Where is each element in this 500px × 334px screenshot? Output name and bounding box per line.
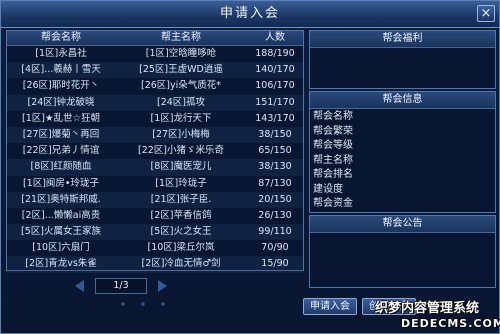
leader-name-cell: [2区]苹香信鸽	[150, 209, 212, 221]
guild-row[interactable]: [2区]青龙vs朱雀 [2区]冷血无情♂剑 15/90	[7, 256, 303, 273]
leader-name-cell: [1区]龙行天下	[150, 112, 212, 124]
guild-row[interactable]: [8区]红颜随血 [8区]魔医宠儿 38/130	[7, 159, 303, 176]
leader-name-cell: [1区]空晗瞳哆呛	[145, 48, 217, 59]
member-count-cell: 70/90	[261, 242, 289, 254]
guild-name-cell: [24区]钟龙破晓	[27, 96, 95, 108]
guild-name-cell: [2区]...懒懒ai高贵	[21, 209, 101, 221]
guild-row[interactable]: [22区]兄弟丿情谊 [22区]小猪ゞ米乐奇 65/150	[7, 143, 303, 159]
guild-notice-title: 帮会公告	[310, 216, 495, 233]
page-indicator: 1/3	[95, 278, 147, 294]
member-count-cell: 151/170	[255, 96, 295, 108]
member-count-cell: 140/170	[255, 64, 295, 76]
member-count-cell: 20/150	[258, 193, 292, 205]
guild-info-title: 帮会信息	[310, 92, 495, 109]
next-page-arrow-icon[interactable]	[158, 280, 167, 292]
leader-name-cell: [10区]梁丘尔岚	[147, 242, 215, 254]
guild-name-cell: [1区]闽房•玲珑子	[22, 177, 100, 189]
guild-row[interactable]: [1区]闽房•玲珑子 [1区]玲珑子 87/130	[7, 176, 303, 192]
column-header-leader-name[interactable]: 帮主名称	[115, 31, 247, 45]
info-guild-rank: 帮会排名	[313, 169, 353, 180]
guild-row[interactable]: [2区]...懒懒ai高贵 [2区]苹香信鸽 26/130	[7, 208, 303, 224]
column-header-guild-name[interactable]: 帮会名称	[7, 31, 115, 45]
info-guild-prosperity: 帮会繁荣	[313, 125, 353, 137]
info-leader-name: 帮主名称	[313, 154, 353, 166]
dialog-title: 申请入会	[219, 6, 280, 21]
info-guild-funds: 帮会资金	[313, 198, 353, 209]
guild-row[interactable]: [27区]爆菊丶再回 [27区]小梅梅 38/150	[7, 126, 303, 144]
guild-list-header: 帮会名称 帮主名称 人数	[7, 31, 303, 46]
guild-name-cell: [22区]兄弟丿情谊	[22, 145, 100, 157]
info-guild-name: 帮会名称	[313, 111, 353, 122]
create-guild-button[interactable]: 创建帮会	[362, 298, 416, 315]
close-button[interactable]: ×	[477, 5, 495, 22]
guild-name-cell: [27区]爆菊丶再回	[22, 128, 100, 140]
leader-name-cell: [27区]小梅梅	[152, 128, 210, 140]
apply-join-button[interactable]: 申请入会	[303, 298, 357, 315]
member-count-cell: 38/130	[258, 161, 292, 173]
leader-name-cell: [1区]玲珑子	[155, 177, 207, 189]
dialog-titlebar: 申请入会 ×	[1, 1, 499, 28]
leader-name-cell: [2区]冷血无情♂剑	[141, 258, 221, 270]
member-count-cell: 87/130	[258, 177, 292, 189]
guild-row[interactable]: [5区]火属女王家族 [5区]火之女王 99/110	[7, 224, 303, 241]
guild-row[interactable]: [4区]...羲赫丨雪天 [25区]王虚WD逍遥 140/170	[7, 62, 303, 79]
guild-name-cell: [4区]...羲赫丨雪天	[21, 64, 101, 76]
leader-name-cell: [26区]yi朵气质花*	[140, 80, 221, 92]
guild-row[interactable]: [10区]六扇门 [10区]梁丘尔岚 70/90	[7, 240, 303, 256]
guild-name-cell: [26区]耶时花开丶	[22, 80, 100, 92]
guild-name-cell: [2区]青龙vs朱雀	[25, 258, 97, 270]
guild-name-cell: [21区]奥特斯邦威.	[21, 193, 101, 205]
pager: 1/3	[75, 275, 167, 297]
guild-welfare-title: 帮会福利	[310, 31, 495, 48]
guild-row[interactable]: [24区]钟龙破晓 [24区]孤攻 151/170	[7, 94, 303, 111]
leader-name-cell: [24区]孤攻	[156, 96, 205, 108]
guild-list-panel: 帮会名称 帮主名称 人数 [1区]永昌社 [1区]空晗瞳哆呛 188/190 [4区]…	[6, 30, 304, 273]
member-count-cell: 188/190	[255, 48, 295, 59]
guild-name-cell: [10区]六扇门	[32, 242, 90, 254]
member-count-cell: 106/170	[255, 80, 295, 92]
prev-page-arrow-icon[interactable]	[75, 280, 84, 292]
guild-list-body: [1区]永昌社 [1区]空晗瞳哆呛 188/190 [4区]...羲赫丨雪天 [25区]…	[7, 46, 303, 273]
member-count-cell: 99/110	[258, 226, 292, 238]
leader-name-cell: [21区]张子臣.	[150, 193, 212, 205]
guild-info-panel: 帮会信息 帮会名称 帮会繁荣 帮会等级 帮主名称 帮会排名 建设度 帮会资金	[309, 91, 496, 213]
watermark-domain: DEDECMS.COM	[401, 317, 500, 330]
member-count-cell: 38/150	[258, 128, 292, 140]
member-count-cell: 143/170	[255, 112, 295, 124]
column-header-members[interactable]: 人数	[247, 31, 303, 45]
member-count-cell: 26/130	[258, 209, 292, 221]
guild-notice-panel: 帮会公告	[309, 215, 496, 288]
member-count-cell: 65/150	[258, 145, 292, 157]
member-count-cell: 15/90	[261, 258, 289, 270]
guild-info-list: 帮会名称 帮会繁荣 帮会等级 帮主名称 帮会排名 建设度 帮会资金	[313, 110, 493, 212]
decorative-dots	[113, 301, 183, 307]
leader-name-cell: [8区]魔医宠儿	[150, 161, 212, 173]
guild-row[interactable]: [1区]永昌社 [1区]空晗瞳哆呛 188/190	[7, 46, 303, 62]
leader-name-cell: [5区]火之女王	[150, 226, 212, 238]
guild-row[interactable]: [21区]奥特斯邦威. [21区]张子臣. 20/150	[7, 191, 303, 208]
guild-name-cell: [1区]永昌社	[35, 48, 87, 59]
apply-guild-dialog: 申请入会 × 帮会名称 帮主名称 人数 [1区]永昌社 [1区]空晗瞳哆呛 188/…	[0, 0, 500, 334]
guild-row[interactable]: [26区]耶时花开丶 [26区]yi朵气质花* 106/170	[7, 78, 303, 94]
leader-name-cell: [22区]小猪ゞ米乐奇	[137, 145, 224, 157]
leader-name-cell: [25区]王虚WD逍遥	[139, 64, 223, 76]
guild-row[interactable]: [1区]★乱世☆狂朝 [1区]龙行天下 143/170	[7, 111, 303, 127]
info-construction: 建设度	[313, 183, 343, 195]
guild-welfare-panel: 帮会福利	[309, 30, 496, 89]
guild-name-cell: [1区]★乱世☆狂朝	[22, 112, 100, 124]
guild-name-cell: [8区]红颜随血	[30, 161, 92, 173]
guild-name-cell: [5区]火属女王家族	[21, 226, 101, 238]
info-guild-level: 帮会等级	[313, 140, 353, 151]
close-icon: ×	[480, 6, 492, 21]
